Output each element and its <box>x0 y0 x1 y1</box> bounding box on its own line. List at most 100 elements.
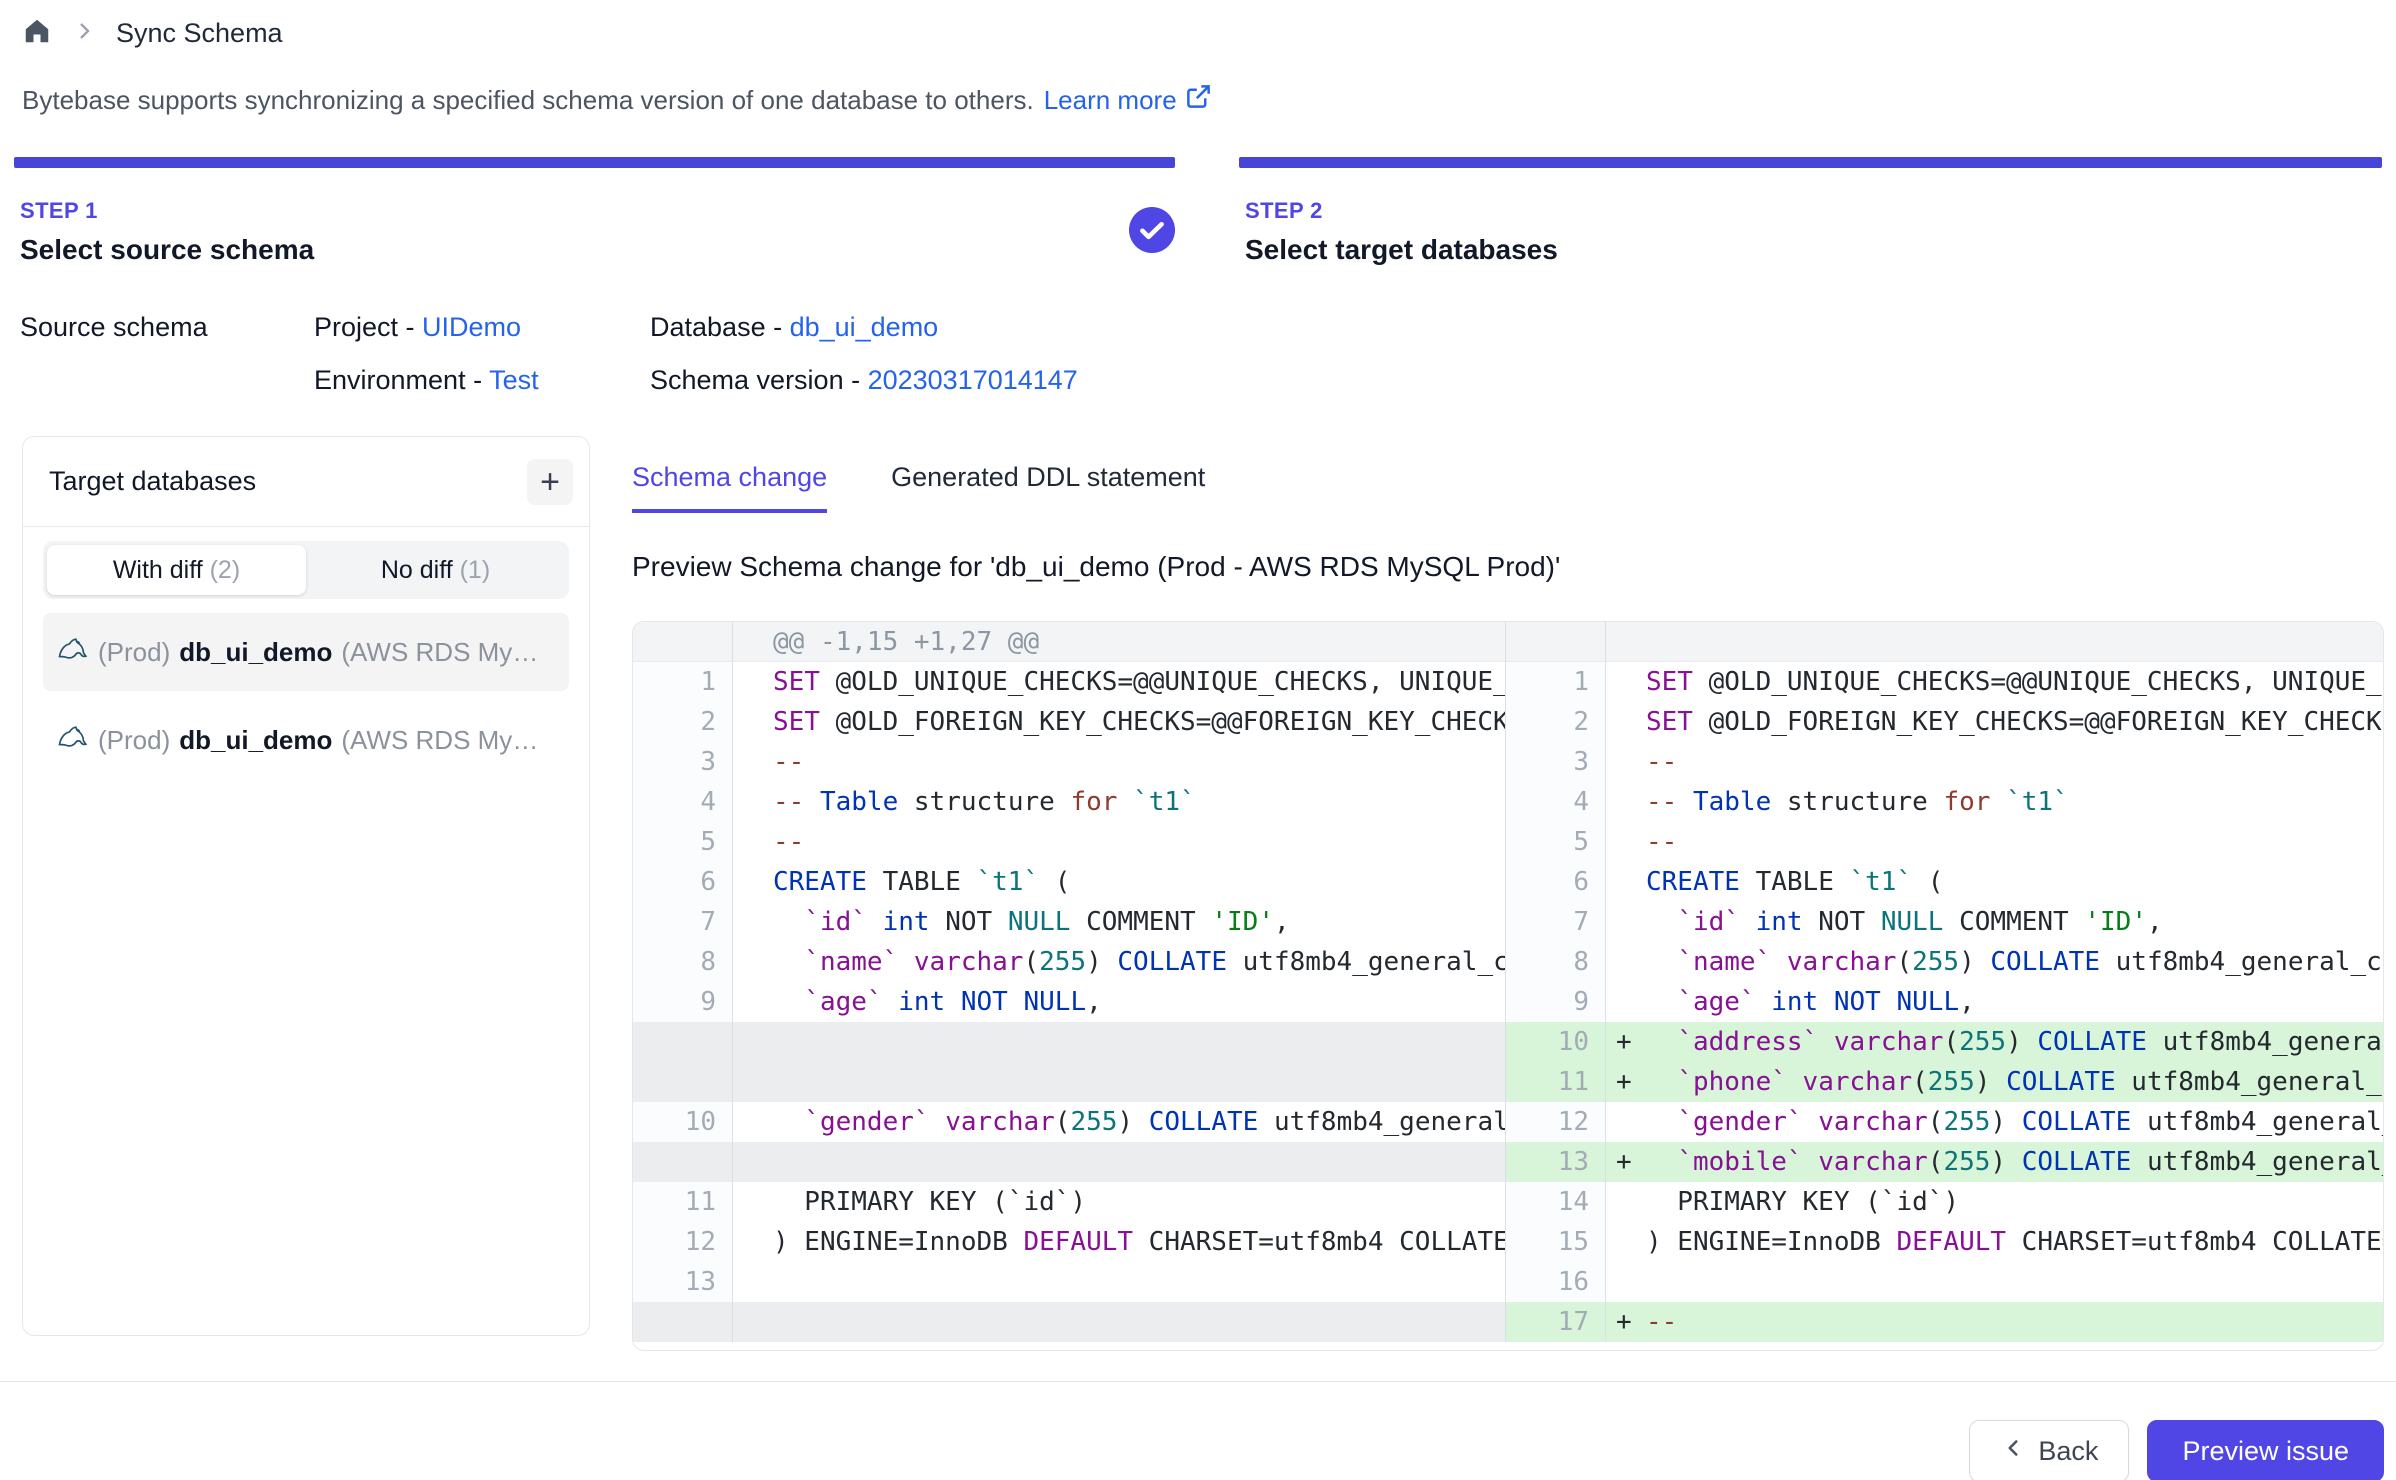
target-database-list: (Prod) db_ui_demo (AWS RDS MySQL Prod) (… <box>43 613 569 779</box>
line-number: 4 <box>633 782 733 822</box>
source-schema-database: Database - db_ui_demo <box>650 312 2396 343</box>
home-icon[interactable] <box>22 16 52 51</box>
diff-row: 15) ENGINE=InnoDB DEFAULT CHARSET=utf8mb… <box>1506 1222 2383 1262</box>
line-number: 13 <box>1506 1142 1606 1182</box>
database-link[interactable]: db_ui_demo <box>790 312 939 342</box>
diff-marker <box>733 1142 765 1182</box>
code-line <box>765 1022 1505 1062</box>
diff-row: @@ -1,15 +1,27 @@ <box>633 622 1505 662</box>
diff-marker <box>1606 1102 1638 1142</box>
schema-version-link[interactable]: 20230317014147 <box>868 365 1078 395</box>
diff-row: 13+ `mobile` varchar(255) COLLATE utf8mb… <box>1506 1142 2383 1182</box>
diff-row: 4-- Table structure for `t1` <box>633 782 1505 822</box>
line-number: 6 <box>633 862 733 902</box>
line-number: 15 <box>1506 1222 1606 1262</box>
diff-filter-tabs: With diff (2) No diff (1) <box>43 541 569 599</box>
diff-row: 7 `id` int NOT NULL COMMENT 'ID', <box>1506 902 2383 942</box>
code-line <box>765 1302 1505 1342</box>
tab-no-diff[interactable]: No diff (1) <box>306 545 565 595</box>
external-link-icon <box>1185 83 1212 117</box>
diff-row: 4-- Table structure for `t1` <box>1506 782 2383 822</box>
source-schema-version: Schema version - 20230317014147 <box>650 365 2396 396</box>
code-line: -- <box>1638 742 2383 782</box>
code-line: @@ -1,15 +1,27 @@ <box>765 622 1505 661</box>
code-line <box>1638 1262 2383 1302</box>
line-number: 4 <box>1506 782 1606 822</box>
add-target-database-button[interactable]: + <box>527 459 573 505</box>
diff-row <box>1506 622 2383 662</box>
diff-row <box>633 1062 1505 1102</box>
code-line <box>765 1062 1505 1102</box>
diff-marker <box>1606 662 1638 702</box>
line-number: 2 <box>633 702 733 742</box>
code-line: CREATE TABLE `t1` ( <box>1638 862 2383 902</box>
diff-marker <box>1606 982 1638 1022</box>
target-database-item[interactable]: (Prod) db_ui_demo (AWS RDS MySQL Prod) <box>43 701 569 779</box>
diff-row: 3-- <box>633 742 1505 782</box>
chevron-left-icon <box>2000 1435 2026 1468</box>
code-line: SET @OLD_UNIQUE_CHECKS=@@UNIQUE_CHECKS, … <box>765 662 1505 702</box>
schema-diff-view[interactable]: @@ -1,15 +1,27 @@1SET @OLD_UNIQUE_CHECKS… <box>632 621 2384 1351</box>
diff-right-pane: 1SET @OLD_UNIQUE_CHECKS=@@UNIQUE_CHECKS,… <box>1506 622 2383 1342</box>
diff-marker <box>733 1222 765 1262</box>
mysql-icon <box>57 721 89 760</box>
diff-left-pane: @@ -1,15 +1,27 @@ 1 SET @OLD_UNIQUE_CHECKS… <box>633 622 1506 1342</box>
code-line <box>1638 622 2383 661</box>
preview-tabs: Schema change Generated DDL statement <box>632 462 2384 513</box>
line-number: 9 <box>633 982 733 1022</box>
preview-issue-button[interactable]: Preview issue <box>2147 1420 2384 1480</box>
line-number: 9 <box>1506 982 1606 1022</box>
line-number: 12 <box>1506 1102 1606 1142</box>
learn-more-link[interactable]: Learn more <box>1044 83 1212 117</box>
diff-marker: + <box>1606 1062 1638 1102</box>
line-number: 14 <box>1506 1182 1606 1222</box>
code-line: `address` varchar(255) COLLATE utf8mb4_g… <box>1638 1022 2383 1062</box>
diff-row: 3-- <box>1506 742 2383 782</box>
target-databases-panel: Target databases + With diff (2) No diff… <box>22 436 590 1336</box>
diff-row: 11+ `phone` varchar(255) COLLATE utf8mb4… <box>1506 1062 2383 1102</box>
diff-marker <box>733 1262 765 1302</box>
diff-marker <box>733 782 765 822</box>
db-environment: (Prod) <box>98 637 170 668</box>
diff-row: 6CREATE TABLE `t1` ( <box>633 862 1505 902</box>
line-number: 1 <box>633 662 733 702</box>
back-button[interactable]: Back <box>1969 1420 2129 1480</box>
diff-marker <box>733 1302 765 1342</box>
code-line: -- <box>1638 822 2383 862</box>
tab-with-diff[interactable]: With diff (2) <box>47 545 306 595</box>
diff-row: 9 `age` int NOT NULL, <box>1506 982 2383 1022</box>
line-number: 5 <box>633 822 733 862</box>
diff-row: 14 PRIMARY KEY (`id`) <box>1506 1182 2383 1222</box>
tab-schema-change[interactable]: Schema change <box>632 462 827 513</box>
project-link[interactable]: UIDemo <box>422 312 521 342</box>
diff-row: 5 -- <box>633 822 1505 862</box>
step-1-progress-bar <box>14 157 1175 168</box>
diff-marker <box>1606 1262 1638 1302</box>
diff-marker: + <box>1606 1302 1638 1342</box>
step-2-progress-bar <box>1239 157 2382 168</box>
diff-marker <box>1606 822 1638 862</box>
page-description: Bytebase supports synchronizing a specif… <box>22 83 2396 117</box>
diff-marker <box>733 982 765 1022</box>
line-number: 6 <box>1506 862 1606 902</box>
code-line: `age` int NOT NULL, <box>765 982 1505 1022</box>
diff-marker <box>1606 622 1638 661</box>
diff-row: 2 SET @OLD_FOREIGN_KEY_CHECKS=@@FOREIGN_K… <box>1506 702 2383 742</box>
breadcrumb: Sync Schema <box>22 16 2396 51</box>
code-line: -- <box>1638 1302 2383 1342</box>
code-line: `name` varchar(255) COLLATE utf8mb4_gene… <box>1638 942 2383 982</box>
step-1-label: STEP 1 <box>20 198 314 224</box>
code-line: SET @OLD_FOREIGN_KEY_CHECKS=@@FOREIGN_KE… <box>1638 702 2383 742</box>
code-line: -- <box>765 822 1505 862</box>
line-number: 2 <box>1506 702 1606 742</box>
description-text: Bytebase supports synchronizing a specif… <box>22 85 1034 116</box>
diff-row: 16 <box>1506 1262 2383 1302</box>
source-schema-label: Source schema <box>20 312 314 343</box>
tab-generated-ddl[interactable]: Generated DDL statement <box>891 462 1205 513</box>
environment-link[interactable]: Test <box>489 365 539 395</box>
target-database-item[interactable]: (Prod) db_ui_demo (AWS RDS MySQL Prod) <box>43 613 569 691</box>
diff-marker <box>1606 862 1638 902</box>
line-number: 8 <box>1506 942 1606 982</box>
line-number: 17 <box>1506 1302 1606 1342</box>
step-2-title: Select target databases <box>1245 234 1558 266</box>
